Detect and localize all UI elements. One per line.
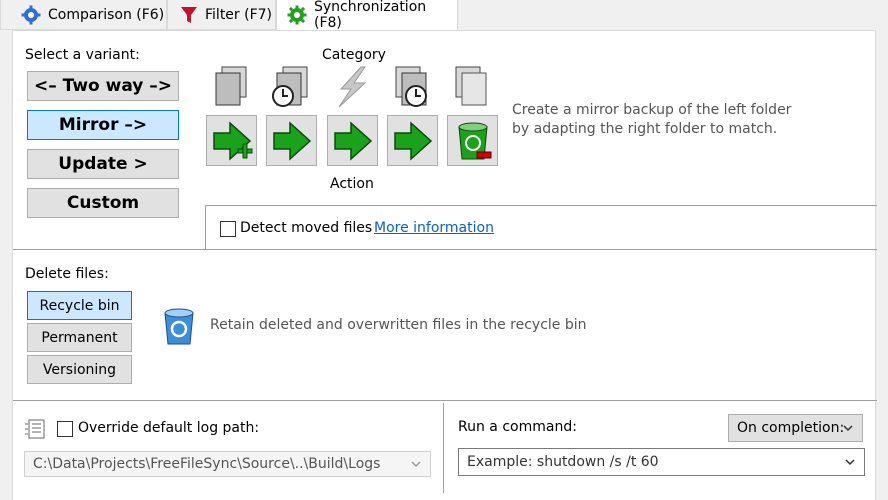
divider [205,205,877,206]
divider [13,249,877,250]
action-overwrite-different-button[interactable] [327,115,378,166]
detect-moved-label: Detect moved files [240,220,373,236]
command-timing-dropdown[interactable]: On completion: [728,414,863,442]
tab-filter[interactable]: Filter (F7) [167,0,276,30]
file-left-only-icon [215,66,247,106]
variant-description: Create a mirror backup of the left folde… [512,102,792,137]
tab-label: Synchronization (F8) [314,0,427,31]
log-file-icon [25,419,45,439]
mirror-button[interactable]: Mirror –> [27,110,179,140]
update-button[interactable]: Update > [27,149,179,179]
divider [13,400,877,401]
divider [443,403,444,493]
tab-label: Comparison (F6) [48,6,165,23]
delete-description: Retain deleted and overwritten files in … [210,317,587,333]
custom-button[interactable]: Custom [27,188,179,218]
action-create-button[interactable] [206,115,257,166]
command-input[interactable]: Example: shutdown /s /t 60 [458,448,865,476]
gear-icon [21,5,41,24]
funnel-icon [181,6,197,23]
sync-settings-panel: Select a variant: <– Two way –> Mirror –… [12,30,877,500]
delete-files-label: Delete files: [25,266,109,282]
chevron-down-icon [843,425,853,432]
file-left-newer-icon [272,66,308,107]
override-log-label: Override default log path: [78,420,260,436]
action-overwrite-older-button[interactable] [387,115,438,166]
tab-label: Filter (F7) [205,6,273,23]
file-right-newer-icon [395,66,427,107]
tab-synchronization[interactable]: Synchronization (F8) [276,0,458,31]
log-path-value: C:\Data\Projects\FreeFileSync\Source\..\… [33,456,381,472]
run-command-label: Run a command: [458,419,577,435]
arrow-right-icon [393,120,432,161]
arrow-right-icon [272,120,311,161]
versioning-button[interactable]: Versioning [27,355,132,384]
category-label: Category [322,47,386,63]
file-different-icon [338,66,367,108]
arrow-right-icon [333,120,372,161]
permanent-button[interactable]: Permanent [27,323,132,352]
command-placeholder: Example: shutdown /s /t 60 [467,454,659,470]
file-right-only-icon [455,66,487,106]
recycle-bin-icon [164,308,194,345]
log-path-combobox[interactable]: C:\Data\Projects\FreeFileSync\Source\..\… [24,451,431,477]
action-delete-button[interactable] [447,115,498,166]
arrow-right-plus-icon [212,120,252,161]
tab-comparison[interactable]: Comparison (F6) [0,0,167,30]
action-label: Action [330,176,374,192]
more-information-link[interactable]: More information [374,220,494,236]
two-way-button[interactable]: <– Two way –> [27,71,179,101]
action-overwrite-newer-button[interactable] [266,115,317,166]
detect-moved-checkbox[interactable] [220,221,236,237]
override-log-checkbox[interactable] [57,421,73,437]
chevron-down-icon [845,459,855,466]
recycle-bin-delete-icon [457,122,491,159]
select-variant-label: Select a variant: [25,47,140,63]
recycle-bin-button[interactable]: Recycle bin [27,291,132,320]
divider [205,205,206,249]
command-timing-value: On completion: [737,420,845,436]
chevron-down-icon [411,461,421,468]
gear-green-icon [287,5,307,25]
tab-bar: Comparison (F6) Filter (F7) Synchronizat… [0,0,888,31]
